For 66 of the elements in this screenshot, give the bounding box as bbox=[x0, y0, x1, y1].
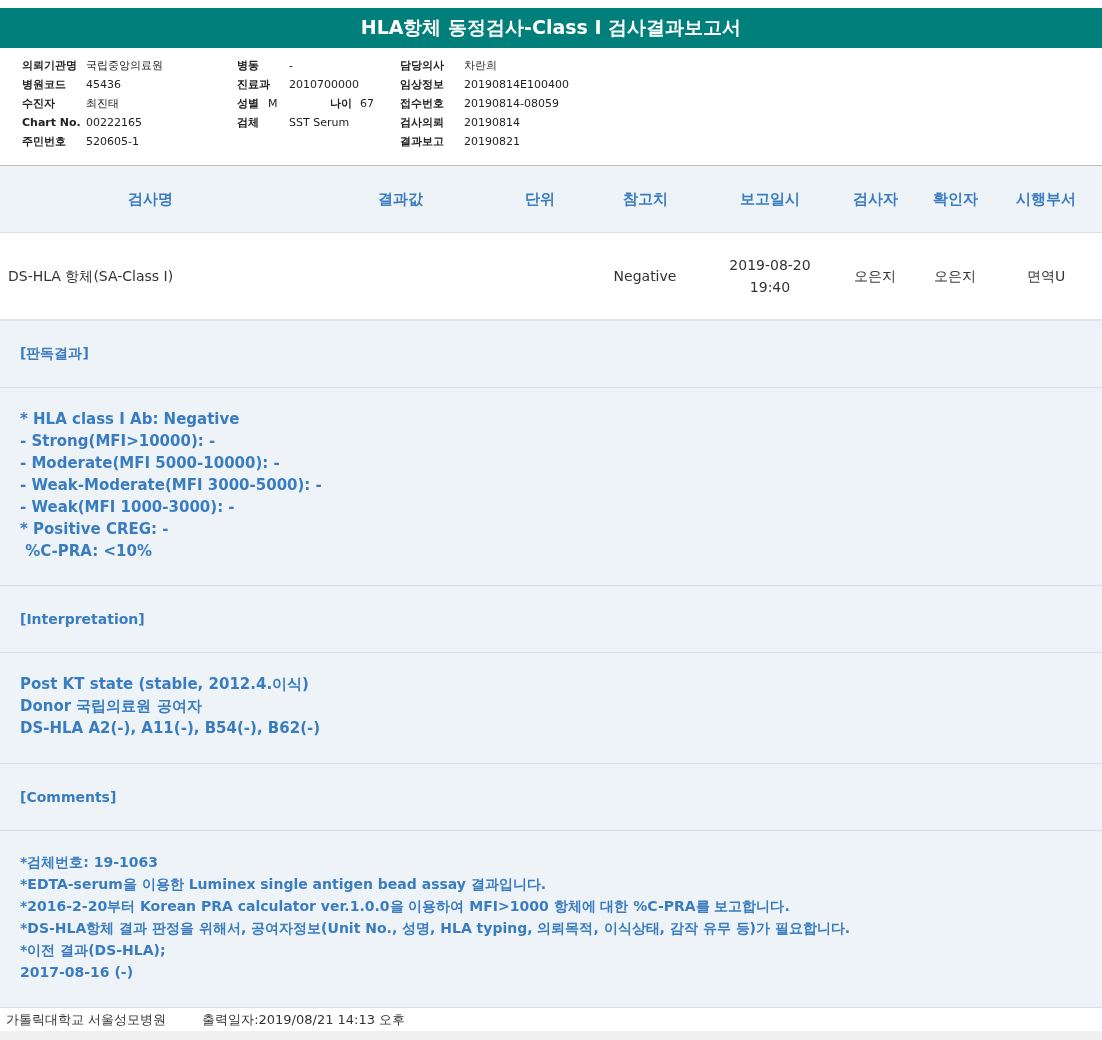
print-date: 출력일자:2019/08/21 14:13 오후 bbox=[202, 1010, 406, 1029]
report-line: - Weak-Moderate(MFI 3000-5000): - bbox=[20, 475, 323, 496]
field-label: 접수번호 bbox=[400, 96, 445, 111]
field-value: 최진태 bbox=[86, 96, 120, 111]
report-line: *검체번호: 19-1063 bbox=[20, 853, 160, 872]
report-line: * Positive CREG: - bbox=[20, 519, 170, 540]
column-header: 단위 bbox=[524, 189, 556, 209]
field-value: 20190814 bbox=[464, 116, 520, 129]
table-cell: 오은지 bbox=[934, 268, 976, 284]
report-line: - Weak(MFI 1000-3000): - bbox=[20, 497, 236, 518]
report-line: 2017-08-16 (-) bbox=[20, 963, 135, 982]
table-cell: Negative bbox=[613, 268, 677, 284]
field-label: 검체 bbox=[237, 115, 260, 130]
field-label: 나이 bbox=[330, 96, 352, 111]
field-value: 00222165 bbox=[86, 116, 142, 129]
field-label: 성별 bbox=[237, 96, 260, 111]
report-line: *EDTA-serum을 이용한 Luminex single antigen bead assay 결과입니다. bbox=[20, 875, 548, 894]
column-header: 검사자 bbox=[851, 189, 899, 209]
field-label: 수진자 bbox=[22, 96, 56, 111]
field-label: 주민번호 bbox=[22, 134, 67, 149]
report-line: - Strong(MFI>10000): - bbox=[20, 431, 217, 452]
field-value: 국립중앙의료원 bbox=[86, 58, 163, 73]
column-header: 보고일시 bbox=[739, 189, 801, 209]
field-label: 검사의뢰 bbox=[400, 115, 445, 130]
field-value: M bbox=[268, 97, 279, 110]
field-label: 결과보고 bbox=[400, 134, 445, 149]
field-value: 2010700000 bbox=[289, 78, 359, 91]
column-header: 확인자 bbox=[931, 189, 979, 209]
column-header: 검사명 bbox=[126, 189, 174, 209]
field-value: 차란희 bbox=[464, 58, 498, 73]
table-cell: 오은지 bbox=[854, 268, 896, 284]
section-heading: [판독결과] bbox=[20, 345, 89, 363]
report-title: HLA항체 동정검사-Class I 검사결과보고서 bbox=[360, 15, 742, 40]
report-line: Post KT state (stable, 2012.4.이식) bbox=[20, 674, 310, 695]
field-label: 의뢰기관명 bbox=[22, 58, 78, 73]
column-header: 참고치 bbox=[621, 189, 669, 209]
hospital-name: 가톨릭대학교 서울성모병원 bbox=[6, 1010, 167, 1029]
field-value: 520605-1 bbox=[86, 135, 139, 148]
report-line: %C-PRA: <10% bbox=[24, 541, 153, 562]
report-line: * HLA class I Ab: Negative bbox=[20, 409, 241, 430]
table-cell: DS-HLA 항체(SA-Class I) bbox=[8, 268, 174, 284]
field-value: - bbox=[289, 59, 294, 72]
field-label: Chart No. bbox=[22, 116, 82, 129]
field-value: SST Serum bbox=[289, 116, 350, 129]
table-cell: 면역U bbox=[1026, 268, 1066, 284]
field-value: 20190814-08059 bbox=[464, 97, 559, 110]
report-line: *2016-2-20부터 Korean PRA calculator ver.1.0.0을 이용하여 MFI>1000 항체에 대한 %C-PRA를 보고합니다. bbox=[20, 897, 791, 916]
field-value: 45436 bbox=[86, 78, 122, 91]
report-line: Donor 국립의료원 공여자 bbox=[20, 696, 203, 717]
report-line: DS-HLA A2(-), A11(-), B54(-), B62(-) bbox=[20, 718, 322, 739]
field-label: 병원코드 bbox=[22, 77, 67, 92]
column-header: 결과값 bbox=[376, 189, 424, 209]
field-label: 진료과 bbox=[237, 77, 271, 92]
field-value: 20190814E100400 bbox=[464, 78, 569, 91]
column-header: 시행부서 bbox=[1015, 189, 1077, 209]
field-label: 담당의사 bbox=[400, 58, 445, 73]
report-line: *이전 결과(DS-HLA); bbox=[20, 941, 167, 960]
report-line: *DS-HLA항체 결과 판정을 위해서, 공여자정보(Unit No., 성명, HLA typing, 의뢰목적, 이식상태, 감작 유무 등)가 필요합니다. bbox=[20, 919, 852, 938]
field-label: 병동 bbox=[237, 58, 260, 73]
field-label: 임상정보 bbox=[400, 77, 445, 92]
table-cell: 2019-08-20 19:40 bbox=[729, 257, 811, 295]
field-value: 20190821 bbox=[464, 135, 520, 148]
report-line: - Moderate(MFI 5000-10000): - bbox=[20, 453, 281, 474]
section-heading: [Comments] bbox=[20, 789, 117, 805]
field-value: 67 bbox=[360, 97, 375, 110]
section-heading: [Interpretation] bbox=[20, 611, 145, 627]
